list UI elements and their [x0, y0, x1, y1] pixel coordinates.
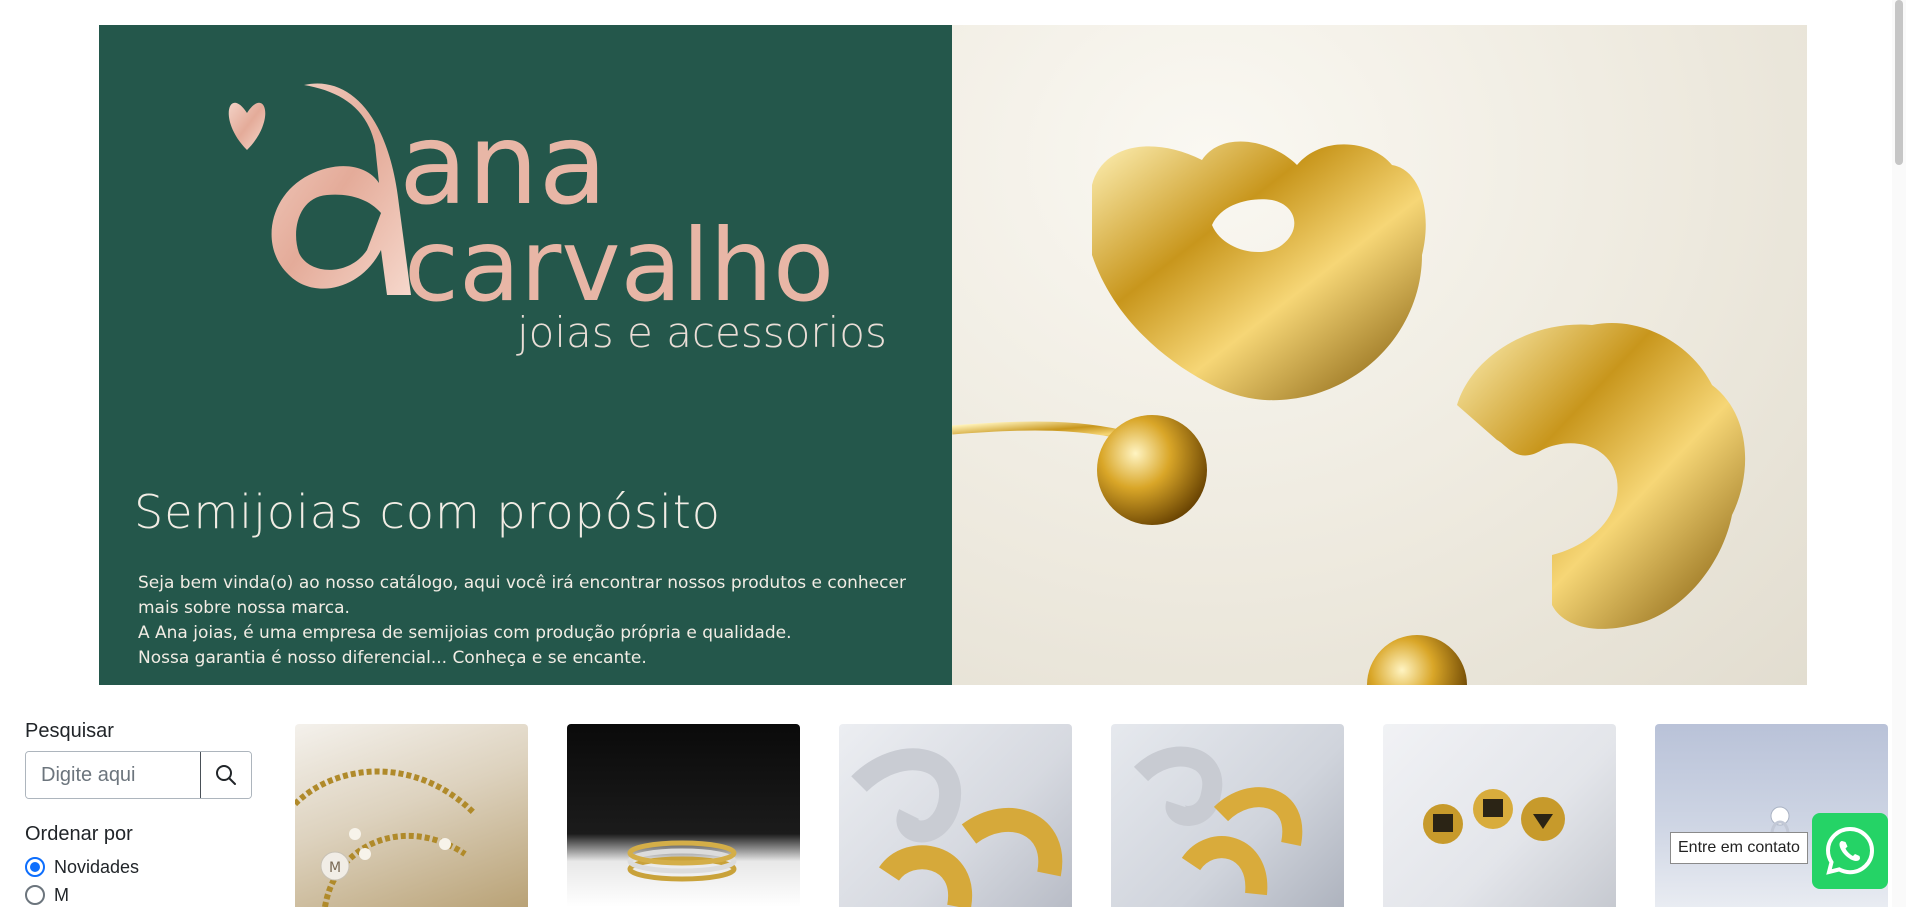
brand-logo: ana carvalho joias e acessorios [228, 83, 887, 357]
product-card[interactable] [567, 724, 800, 907]
fan-earring-bottom [1457, 323, 1746, 629]
contact-tooltip: Entre em contato [1670, 832, 1808, 864]
gold-earrings-image [952, 141, 1746, 685]
banner-tagline: Semijoias com propósito [134, 485, 721, 539]
banner-photo-gold-earrings [952, 25, 1807, 685]
product-grid: M [0, 724, 1906, 907]
product-image [627, 840, 737, 882]
hero-banner: ana carvalho joias e acessorios Semijoia… [99, 25, 1807, 685]
intro-line: Seja bem vinda(o) ao nosso catálogo, aqu… [138, 573, 906, 618]
product-card[interactable] [1111, 724, 1344, 907]
whatsapp-icon [1825, 826, 1875, 875]
heart-icon [228, 102, 266, 150]
product-image [1423, 789, 1565, 844]
logo-subtitle: joias e acessorios [516, 308, 887, 357]
gold-ball [1367, 635, 1467, 685]
intro-line: A Ana joias, é uma empresa de semijoias … [138, 623, 792, 643]
intro-line: Nossa garantia é nosso diferencial... Co… [138, 648, 647, 668]
fan-earring-top [1092, 141, 1426, 401]
whatsapp-button[interactable] [1812, 813, 1888, 889]
brand-panel: ana carvalho joias e acessorios Semijoia… [99, 25, 952, 685]
svg-text:M: M [329, 860, 341, 876]
scrollbar-thumb[interactable] [1895, 0, 1903, 165]
monogram-a [271, 83, 411, 295]
product-card[interactable] [839, 724, 1072, 907]
logo-word-carvalho: carvalho [404, 207, 834, 324]
gold-ball [1097, 415, 1207, 525]
page-scrollbar[interactable] [1892, 0, 1906, 907]
product-card[interactable]: M [295, 724, 528, 907]
product-image: M [295, 768, 478, 907]
product-image [1133, 746, 1303, 896]
product-image [851, 748, 1063, 907]
product-card[interactable] [1383, 724, 1616, 907]
banner-intro: Seja bem vinda(o) ao nosso catálogo, aqu… [138, 571, 928, 671]
